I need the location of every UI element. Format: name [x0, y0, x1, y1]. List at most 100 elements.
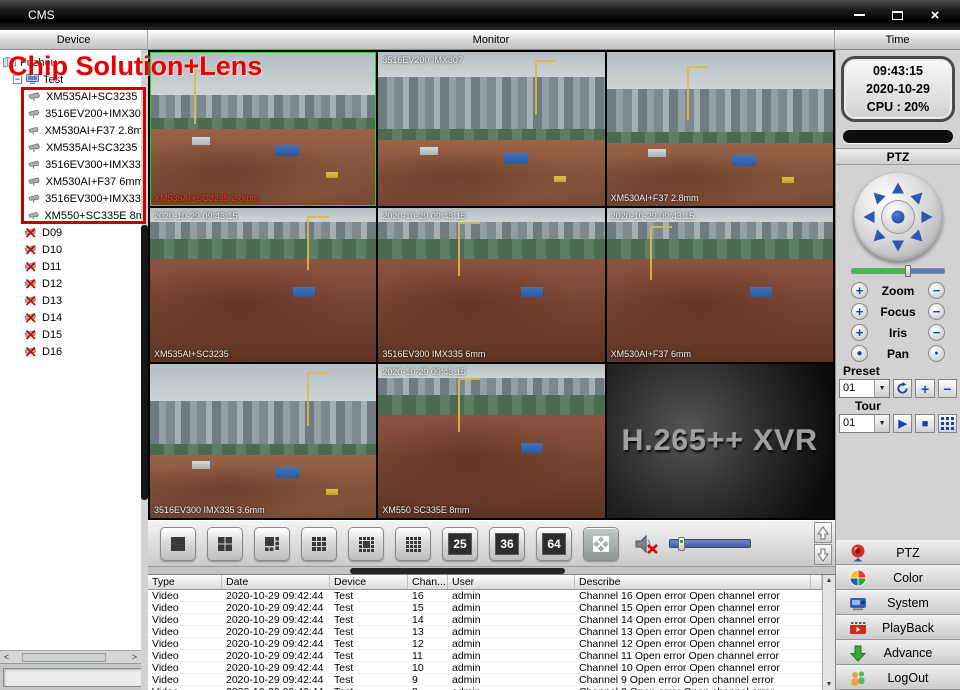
log-row[interactable]: Video2020-10-29 09:42:44Test8adminChanne…: [148, 686, 822, 690]
preset-select[interactable]: 01 ▼: [839, 379, 890, 398]
scroll-right-icon[interactable]: >: [128, 651, 141, 664]
close-button[interactable]: ×: [924, 7, 946, 23]
tour-grid-button[interactable]: [938, 414, 957, 433]
layout-8-button[interactable]: [254, 527, 290, 561]
log-row[interactable]: Video2020-10-29 09:42:44Test15adminChann…: [148, 602, 822, 614]
ptz-up-icon[interactable]: [892, 183, 904, 194]
dropdown-arrow-icon[interactable]: ▼: [874, 415, 889, 432]
col-header-date[interactable]: Date: [222, 575, 330, 589]
pan-left-button[interactable]: ●: [851, 345, 868, 362]
dropdown-arrow-icon[interactable]: ▼: [874, 380, 889, 397]
menu-playback-button[interactable]: PlayBack: [836, 615, 960, 640]
sidebar-collapse-handle[interactable]: [141, 225, 148, 500]
tab-device[interactable]: Device: [0, 30, 148, 49]
zoom-minus-button[interactable]: −: [928, 282, 945, 299]
pan-right-button[interactable]: ●: [928, 345, 945, 362]
log-row[interactable]: Video2020-10-29 09:42:44Test14adminChann…: [148, 614, 822, 626]
layout-1-button[interactable]: [160, 527, 196, 561]
ptz-down-left-icon[interactable]: [869, 229, 885, 245]
device-tree-item-offline[interactable]: D10: [0, 241, 141, 258]
scroll-down-icon[interactable]: ▼: [826, 681, 833, 688]
ptz-down-right-icon[interactable]: [910, 229, 926, 245]
volume-slider[interactable]: [669, 539, 751, 548]
scroll-up-icon[interactable]: ▲: [826, 577, 833, 584]
scroll-left-icon[interactable]: <: [0, 651, 13, 664]
focus-plus-button[interactable]: +: [851, 303, 868, 320]
search-input[interactable]: [3, 668, 141, 687]
focus-minus-button[interactable]: −: [928, 303, 945, 320]
log-row[interactable]: Video2020-10-29 09:42:44Test13adminChann…: [148, 626, 822, 638]
video-cell-2[interactable]: 3516EV200 IMX307: [378, 52, 604, 206]
panel-collapse-pill[interactable]: [843, 130, 953, 143]
ptz-up-left-icon[interactable]: [869, 188, 885, 204]
device-tree-item[interactable]: XM535AI+SC3235: [0, 139, 141, 156]
video-cell-6[interactable]: 2020-10-29 09:43:15 XM530AI+F37 6mm: [607, 208, 833, 362]
col-header-describe[interactable]: Describe: [575, 575, 811, 589]
device-tree-item[interactable]: XM530AI+F37 2.8mm: [0, 122, 141, 139]
tab-time[interactable]: Time: [835, 30, 960, 49]
menu-logout-button[interactable]: LogOut: [836, 665, 960, 690]
layout-4-button[interactable]: [207, 527, 243, 561]
volume-slider-handle[interactable]: [678, 537, 685, 551]
device-tree-item-offline[interactable]: D15: [0, 326, 141, 343]
ptz-left-icon[interactable]: [864, 211, 875, 223]
device-tree-item[interactable]: XM550+SC335E 8mm: [0, 207, 141, 224]
ptz-center-button[interactable]: [881, 200, 915, 234]
log-vertical-scrollbar[interactable]: ▲ ▼: [822, 575, 835, 690]
log-row[interactable]: Video2020-10-29 09:42:44Test10adminChann…: [148, 662, 822, 674]
video-cell-4[interactable]: 2020-10-29 09:43:15 XM535AI+SC3235: [150, 208, 376, 362]
scrollbar-thumb[interactable]: [22, 653, 106, 662]
iris-minus-button[interactable]: −: [928, 324, 945, 341]
device-tree-item[interactable]: XM530AI+F37 6mm: [0, 173, 141, 190]
video-cell-7[interactable]: 3516EV300 IMX335 3.6mm: [150, 364, 376, 518]
iris-plus-button[interactable]: +: [851, 324, 868, 341]
ptz-down-icon[interactable]: [892, 241, 904, 252]
log-row[interactable]: Video2020-10-29 09:42:44Test16adminChann…: [148, 590, 822, 602]
video-cell-8[interactable]: 2020-10-29 09:43:15 XM550 SC335E 8mm: [378, 364, 604, 518]
device-tree-item[interactable]: 3516EV300+IMX335: [0, 156, 141, 173]
zoom-plus-button[interactable]: +: [851, 282, 868, 299]
tour-stop-button[interactable]: ■: [915, 414, 934, 433]
col-header-type[interactable]: Type: [148, 575, 222, 589]
speaker-muted-icon[interactable]: [634, 532, 660, 556]
preset-goto-button[interactable]: [893, 379, 912, 398]
layout-16-button[interactable]: [395, 527, 431, 561]
layout-36-button[interactable]: 36: [489, 527, 525, 561]
device-tree-item[interactable]: 3516EV300+IMX335: [0, 190, 141, 207]
tab-monitor[interactable]: Monitor: [148, 30, 835, 49]
ptz-speed-slider[interactable]: [851, 268, 945, 274]
log-row[interactable]: Video2020-10-29 09:42:44Test12adminChann…: [148, 638, 822, 650]
menu-advance-button[interactable]: Advance: [836, 640, 960, 665]
video-cell-3[interactable]: XM530AI+F37 2.8mm: [607, 52, 833, 206]
menu-ptz-button[interactable]: PTZ: [836, 540, 960, 565]
page-down-button[interactable]: [814, 544, 832, 565]
sidebar-horizontal-scrollbar[interactable]: < >: [0, 650, 141, 663]
col-header-user[interactable]: User: [448, 575, 575, 589]
log-horizontal-scrollbar[interactable]: [148, 566, 835, 574]
preset-add-button[interactable]: +: [915, 379, 934, 398]
layout-13-button[interactable]: [348, 527, 384, 561]
ptz-direction-pad[interactable]: [854, 173, 942, 261]
device-tree-item[interactable]: XM535AI+SC3235: [0, 88, 141, 105]
layout-25-button[interactable]: 25: [442, 527, 478, 561]
col-header-device[interactable]: Device: [330, 575, 408, 589]
page-up-button[interactable]: [814, 522, 832, 543]
preset-del-button[interactable]: −: [938, 379, 957, 398]
device-tree-item-offline[interactable]: D13: [0, 292, 141, 309]
menu-color-button[interactable]: Color: [836, 565, 960, 590]
tour-select[interactable]: 01 ▼: [839, 414, 890, 433]
device-tree-item[interactable]: 3516EV200+IMX307: [0, 105, 141, 122]
scrollbar-thumb[interactable]: [350, 568, 565, 574]
col-header-chan[interactable]: Chan...: [408, 575, 448, 589]
device-tree-item-offline[interactable]: D11: [0, 258, 141, 275]
device-tree-item-offline[interactable]: D09: [0, 224, 141, 241]
tour-play-button[interactable]: ▶: [893, 414, 912, 433]
layout-9-button[interactable]: [301, 527, 337, 561]
video-cell-5[interactable]: 2020-10-29 09:43:15 3516EV300 IMX335 6mm: [378, 208, 604, 362]
fullscreen-button[interactable]: [583, 527, 619, 561]
speed-slider-handle[interactable]: [905, 265, 911, 277]
device-tree-item-offline[interactable]: D14: [0, 309, 141, 326]
minimize-button[interactable]: [848, 7, 870, 23]
log-row[interactable]: Video2020-10-29 09:42:44Test9adminChanne…: [148, 674, 822, 686]
layout-64-button[interactable]: 64: [536, 527, 572, 561]
